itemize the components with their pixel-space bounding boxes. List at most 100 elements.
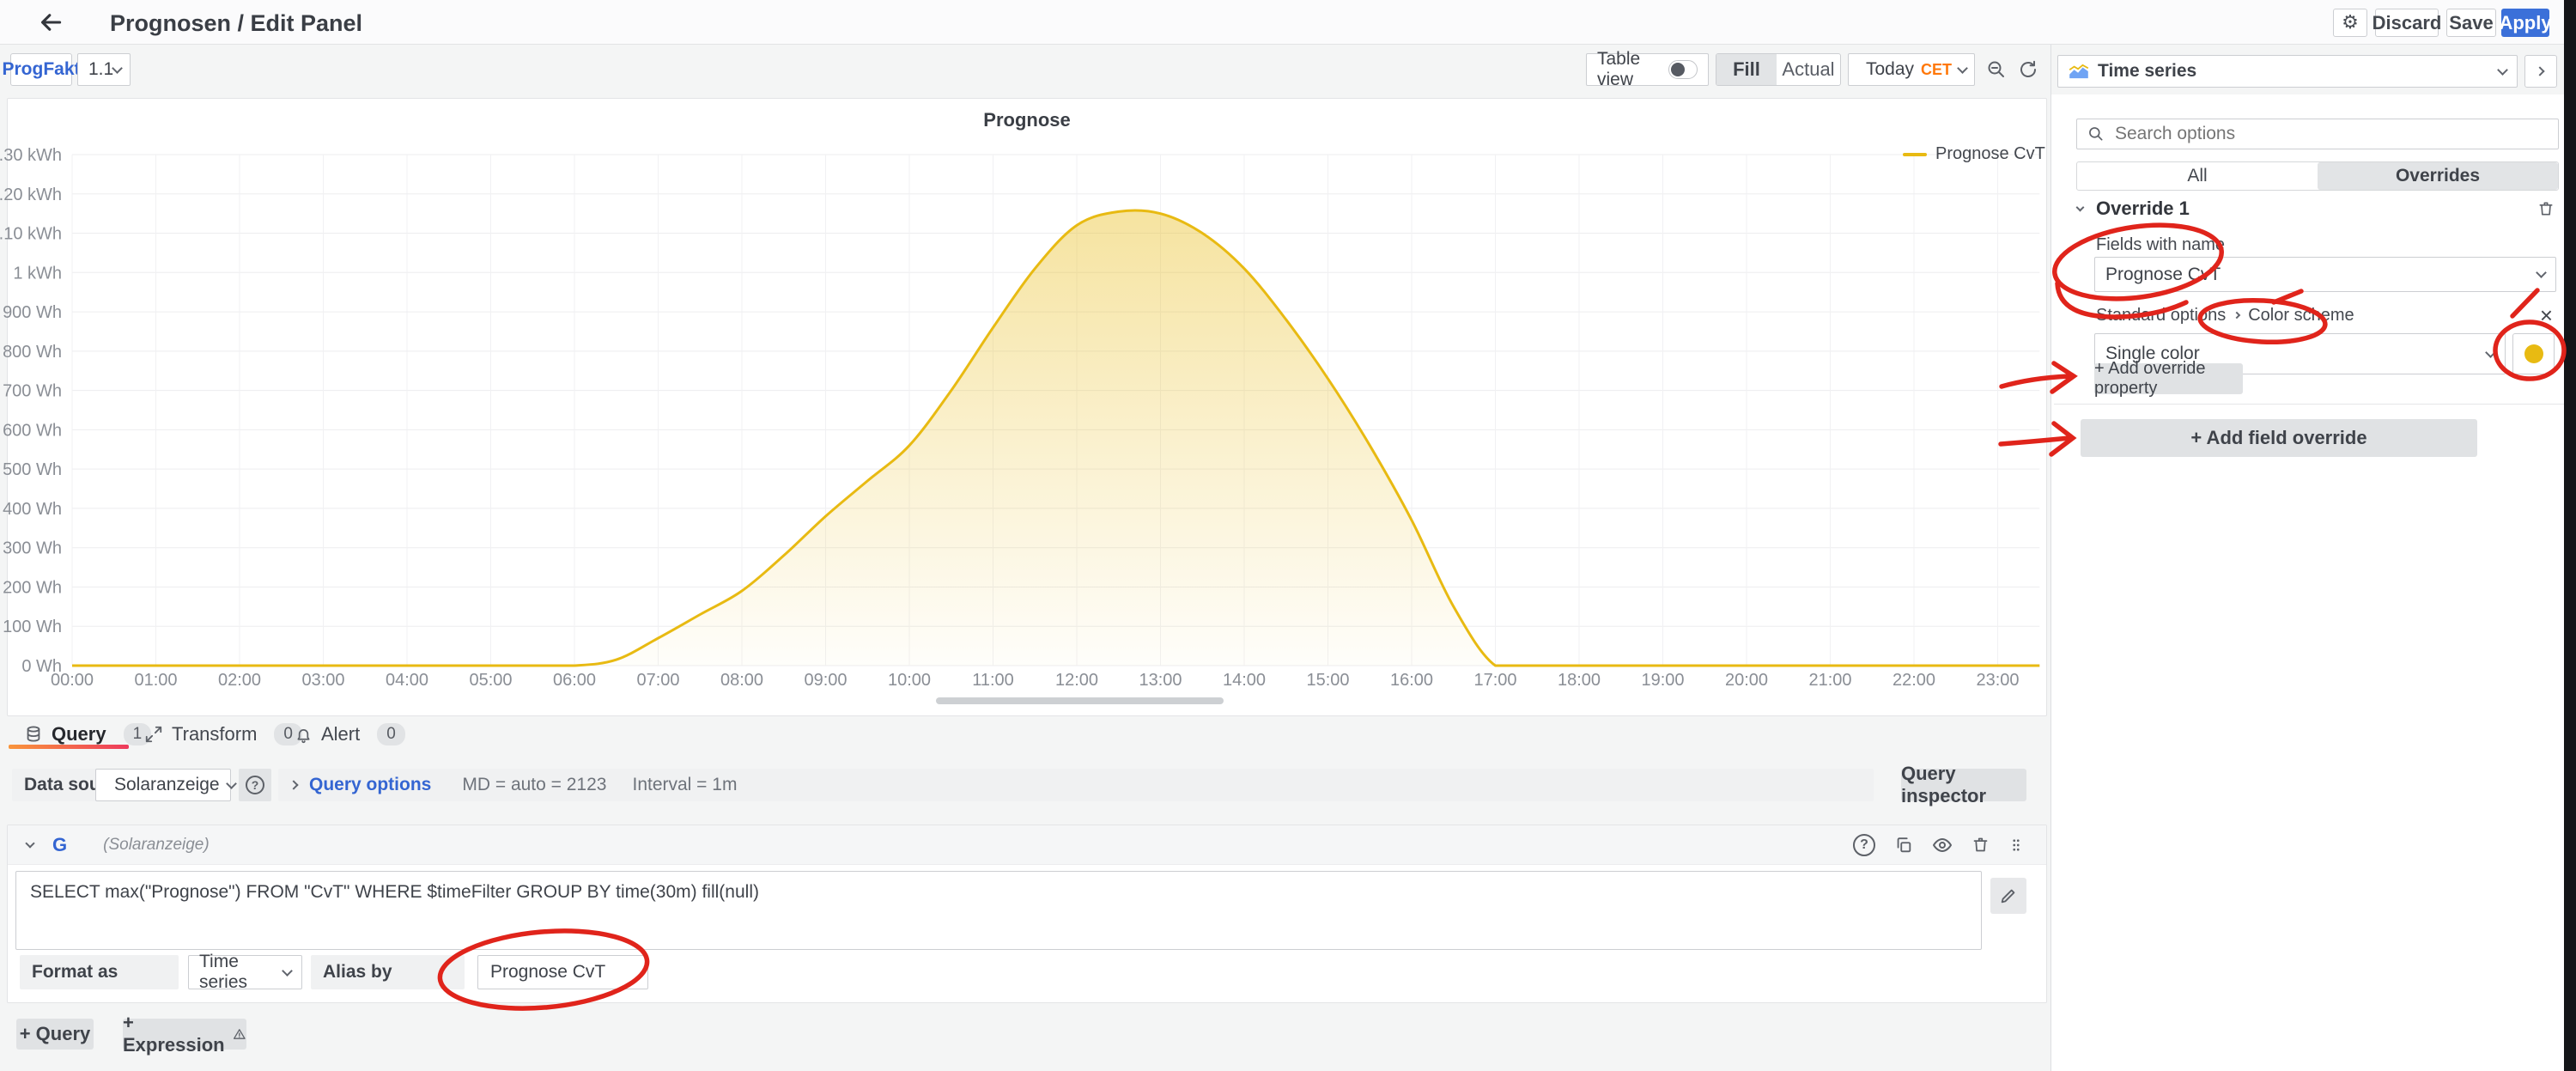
x-tick-label: 19:00 (1641, 671, 1684, 690)
x-tick-label: 15:00 (1306, 671, 1349, 690)
chart-plot-area[interactable]: 0 Wh100 Wh200 Wh300 Wh400 Wh500 Wh600 Wh… (0, 0, 2052, 721)
x-tick-label: 04:00 (386, 671, 428, 690)
pane-splitter-handle[interactable] (936, 697, 1224, 704)
override-header[interactable]: Override 1 (2077, 199, 2555, 218)
datasource-value: Solaranzeige (114, 775, 220, 795)
format-as-label: Format as (20, 955, 179, 989)
help-icon: ? (246, 776, 264, 794)
chevron-right-icon[interactable] (289, 780, 298, 789)
tab-transform[interactable]: Transform 0 (144, 722, 302, 746)
property-name: Color scheme (2248, 306, 2354, 326)
panel-settings-button[interactable]: ⚙ (2333, 9, 2367, 37)
add-expression-label: + Expression (123, 1012, 225, 1056)
toggle-viz-panel-button[interactable] (2524, 55, 2557, 88)
legend-label: Prognose CvT (1935, 144, 2045, 164)
active-tab-underline (9, 745, 129, 749)
discard-button[interactable]: Discard (2375, 9, 2439, 37)
screen-edge (2564, 0, 2576, 1071)
datasource-help-button[interactable]: ? (239, 769, 271, 801)
apply-button[interactable]: Apply (2501, 9, 2549, 37)
options-search[interactable] (2076, 119, 2559, 149)
trash-icon[interactable] (1971, 836, 1990, 854)
y-tick-label: 200 Wh (3, 578, 62, 597)
override-property-row-label: Standard options Color scheme × (2096, 306, 2556, 325)
y-tick-label: 100 Wh (3, 618, 62, 636)
add-expression-button[interactable]: + Expression (123, 1019, 246, 1050)
alias-by-input[interactable] (477, 955, 648, 989)
tab-overrides[interactable]: Overrides (2318, 162, 2558, 190)
sql-query-text: SELECT max("Prognose") FROM "CvT" WHERE … (30, 882, 759, 902)
chevron-right-icon (2535, 66, 2544, 76)
timeseries-viz-icon (2069, 64, 2089, 79)
x-tick-label: 09:00 (804, 671, 847, 690)
tab-query[interactable]: Query 1 (24, 722, 151, 746)
x-tick-label: 13:00 (1139, 671, 1182, 690)
bell-icon (295, 726, 313, 744)
sql-query-input[interactable]: SELECT max("Prognose") FROM "CvT" WHERE … (15, 871, 1982, 950)
search-input[interactable] (2113, 123, 2525, 145)
y-tick-label: 500 Wh (3, 460, 62, 479)
add-field-override-button[interactable]: + Add field override (2081, 419, 2477, 457)
duplicate-icon[interactable] (1894, 836, 1913, 855)
chevron-down-icon (2497, 64, 2508, 76)
x-tick-label: 05:00 (469, 671, 512, 690)
tab-alert-count: 0 (377, 723, 405, 745)
datasource-picker[interactable]: Solaranzeige (95, 769, 231, 801)
search-icon (2087, 125, 2105, 143)
database-icon (24, 725, 43, 744)
eye-icon[interactable] (1932, 835, 1953, 855)
y-tick-label: 400 Wh (3, 500, 62, 519)
interval-value: Interval = 1m (632, 775, 737, 795)
delete-override-icon[interactable] (2537, 200, 2555, 217)
tab-alert[interactable]: Alert 0 (295, 722, 405, 746)
query-row-header: G (Solaranzeige) ? (8, 825, 2046, 865)
remove-property-icon[interactable]: × (2540, 307, 2553, 324)
x-tick-label: 03:00 (301, 671, 344, 690)
x-tick-label: 08:00 (720, 671, 763, 690)
query-ref-id: G (52, 834, 67, 856)
edit-query-button[interactable] (1990, 878, 2026, 914)
add-override-property-button[interactable]: + Add override property (2094, 363, 2243, 394)
gear-icon: ⚙ (2342, 12, 2359, 33)
color-swatch-circle (2524, 344, 2543, 363)
y-tick-label: 700 Wh (3, 382, 62, 401)
add-query-button[interactable]: + Query (16, 1019, 94, 1050)
x-tick-label: 23:00 (1976, 671, 2019, 690)
x-tick-label: 17:00 (1473, 671, 1516, 690)
x-tick-label: 18:00 (1558, 671, 1601, 690)
query-help-icon[interactable]: ? (1853, 834, 1875, 856)
query-options-link[interactable]: Query options (309, 775, 431, 795)
tab-query-label: Query (52, 723, 106, 745)
format-as-dropdown[interactable]: Time series (188, 955, 302, 989)
tab-all[interactable]: All (2077, 162, 2318, 190)
x-tick-label: 14:00 (1223, 671, 1266, 690)
query-inspector-button[interactable]: Query inspector (1901, 769, 2026, 801)
chart-legend[interactable]: Prognose CvT (1903, 144, 2045, 164)
y-tick-label: 600 Wh (3, 421, 62, 440)
x-tick-label: 22:00 (1893, 671, 1935, 690)
x-tick-label: 21:00 (1808, 671, 1851, 690)
visualization-picker[interactable]: Time series (2057, 55, 2518, 88)
y-tick-label: 1.30 kWh (0, 146, 62, 165)
chevron-down-icon (226, 778, 237, 789)
x-tick-label: 00:00 (51, 671, 94, 690)
tab-alert-label: Alert (321, 723, 360, 745)
override-matcher-dropdown[interactable]: Prognose CvT (2094, 257, 2556, 292)
chevron-down-icon (2536, 267, 2547, 278)
y-tick-label: 800 Wh (3, 343, 62, 362)
y-tick-label: 900 Wh (3, 303, 62, 322)
warning-icon (233, 1026, 246, 1042)
save-button[interactable]: Save (2446, 9, 2496, 37)
override-matcher-value: Prognose CvT (2105, 265, 2221, 285)
color-swatch-button[interactable] (2512, 333, 2555, 374)
pencil-icon (1999, 886, 2018, 905)
x-tick-label: 11:00 (972, 671, 1014, 690)
drag-handle-icon[interactable] (2008, 836, 2024, 855)
collapse-chevron-icon (2076, 204, 2085, 212)
y-tick-label: 1 kWh (13, 264, 62, 283)
y-tick-label: 300 Wh (3, 539, 62, 558)
collapse-chevron-icon[interactable] (25, 838, 34, 848)
y-tick-label: 1.10 kWh (0, 225, 62, 244)
property-category: Standard options (2096, 306, 2226, 326)
format-as-value: Time series (199, 952, 283, 993)
